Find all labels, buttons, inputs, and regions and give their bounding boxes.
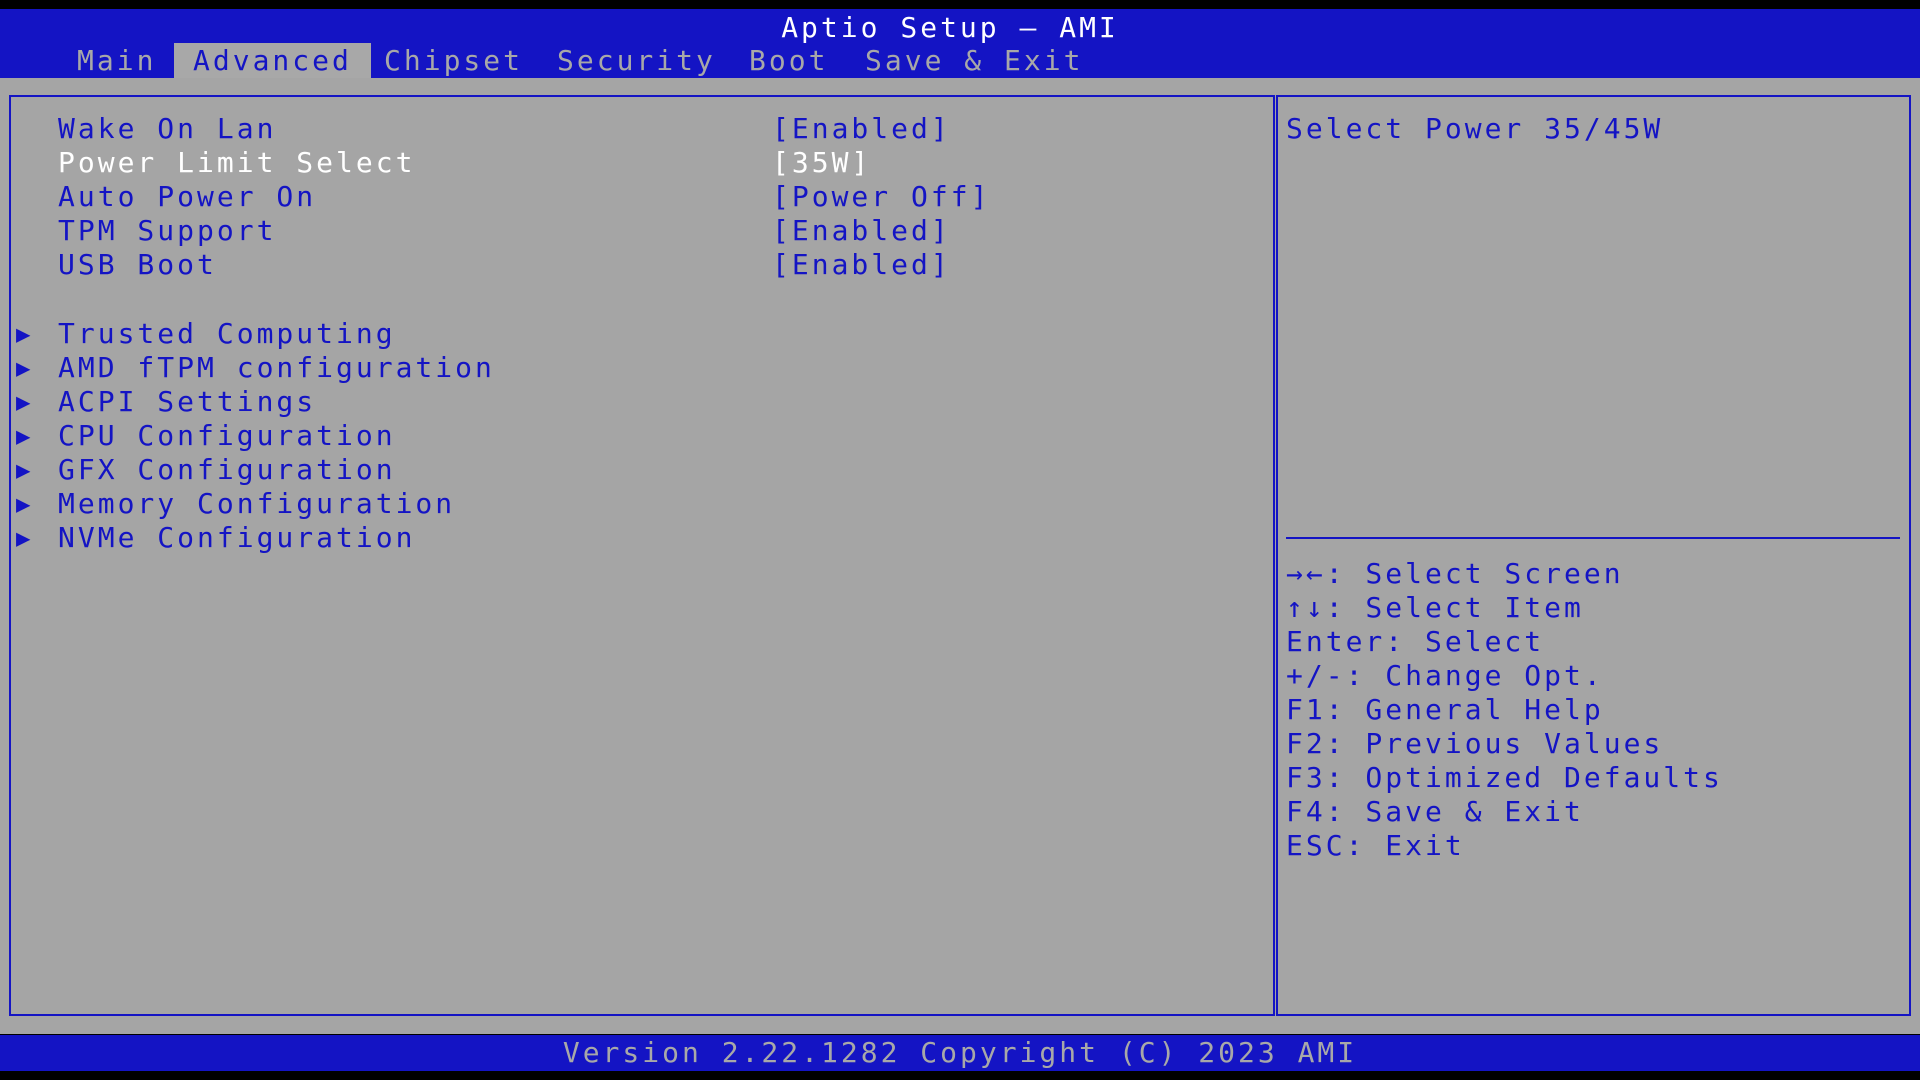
version-text: Version 2.22.1282 Copyright (C) 2023 AMI bbox=[562, 1036, 1358, 1069]
submenu-arrow-icon: ▶ bbox=[16, 422, 34, 450]
setting-usb-boot-value[interactable]: [Enabled] bbox=[772, 248, 951, 282]
tab-security[interactable]: Security bbox=[538, 43, 735, 78]
setting-wake-on-lan-label[interactable]: Wake On Lan bbox=[58, 112, 276, 146]
help-divider bbox=[1286, 537, 1900, 539]
submenu-nvme-configuration[interactable]: NVMe Configuration bbox=[58, 521, 415, 555]
submenu-arrow-icon: ▶ bbox=[16, 524, 34, 552]
setting-wake-on-lan-value[interactable]: [Enabled] bbox=[772, 112, 951, 146]
tab-boot[interactable]: Boot bbox=[730, 43, 847, 78]
key-hint-enter: Enter: Select bbox=[1286, 625, 1545, 658]
setting-auto-power-on-value[interactable]: [Power Off] bbox=[772, 180, 990, 214]
key-hint-select-item: ↑↓: Select Item bbox=[1286, 591, 1584, 624]
tab-save-exit[interactable]: Save & Exit bbox=[846, 43, 1102, 78]
submenu-arrow-icon: ▶ bbox=[16, 388, 34, 416]
tab-main[interactable]: Main bbox=[58, 43, 175, 78]
key-hint-f3: F3: Optimized Defaults bbox=[1286, 761, 1723, 794]
key-hint-esc: ESC: Exit bbox=[1286, 829, 1465, 862]
key-hint-change-opt: +/-: Change Opt. bbox=[1286, 659, 1604, 692]
tab-advanced[interactable]: Advanced bbox=[174, 43, 371, 78]
submenu-memory-configuration[interactable]: Memory Configuration bbox=[58, 487, 455, 521]
key-hint-f1: F1: General Help bbox=[1286, 693, 1604, 726]
bios-screen: Aptio Setup – AMI Main Advanced Chipset … bbox=[0, 0, 1920, 1080]
submenu-arrow-icon: ▶ bbox=[16, 456, 34, 484]
submenu-arrow-icon: ▶ bbox=[16, 354, 34, 382]
submenu-cpu-configuration[interactable]: CPU Configuration bbox=[58, 419, 396, 453]
help-description: Select Power 35/45W bbox=[1286, 112, 1664, 145]
submenu-arrow-icon: ▶ bbox=[16, 490, 34, 518]
submenu-arrow-icon: ▶ bbox=[16, 320, 34, 348]
submenu-amd-ftpm-configuration[interactable]: AMD fTPM configuration bbox=[58, 351, 495, 385]
setting-tpm-support-value[interactable]: [Enabled] bbox=[772, 214, 951, 248]
submenu-gfx-configuration[interactable]: GFX Configuration bbox=[58, 453, 396, 487]
help-panel bbox=[1276, 95, 1911, 1016]
setup-title: Aptio Setup – AMI bbox=[781, 11, 1119, 44]
setting-tpm-support-label[interactable]: TPM Support bbox=[58, 214, 276, 248]
submenu-trusted-computing[interactable]: Trusted Computing bbox=[58, 317, 396, 351]
key-hint-select-screen: →←: Select Screen bbox=[1286, 557, 1624, 590]
tab-chipset[interactable]: Chipset bbox=[365, 43, 542, 78]
submenu-acpi-settings[interactable]: ACPI Settings bbox=[58, 385, 316, 419]
setting-power-limit-select-label[interactable]: Power Limit Select bbox=[58, 146, 415, 180]
setting-auto-power-on-label[interactable]: Auto Power On bbox=[58, 180, 316, 214]
key-hint-f2: F2: Previous Values bbox=[1286, 727, 1664, 760]
setting-usb-boot-label[interactable]: USB Boot bbox=[58, 248, 217, 282]
key-hint-f4: F4: Save & Exit bbox=[1286, 795, 1584, 828]
setting-power-limit-select-value[interactable]: [35W] bbox=[772, 146, 871, 180]
